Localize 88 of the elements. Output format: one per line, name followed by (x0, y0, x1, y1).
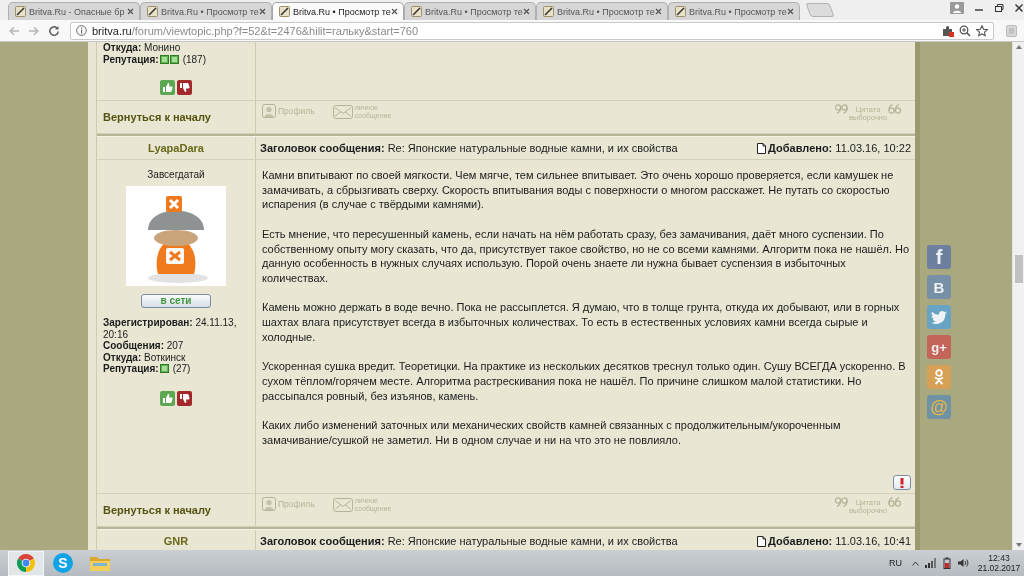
close-icon[interactable] (523, 8, 530, 15)
reputation-square-icon (159, 364, 169, 374)
reputation-square-icon (159, 54, 169, 64)
razor-icon (543, 6, 554, 17)
report-button[interactable] (893, 475, 911, 490)
battery-icon[interactable] (942, 557, 952, 569)
scrollbar-thumb[interactable] (1014, 255, 1023, 283)
reputation-count: (27) (172, 363, 191, 375)
reputation-label: Репутация: (103, 53, 159, 65)
post-paragraph: Есть мнение, что пересушенный камень, если начать на нём работать сразу, без замачивания, даёт много суспензии. По собственному опыту могу сказать, что да, присутствует такое свойство, но не со всеми камнями. Алгоритм пока не нашёл. Но данную особенность в нужных случаях использую. Порой очень знаете ли нужна бывает суспензия в избыточных количествах. (262, 226, 911, 286)
address-bar[interactable]: britva.ru/forum/viewtopic.php?f=52&t=2476&hilit=гальку&start=760 (70, 21, 994, 40)
scroll-up-icon[interactable] (1015, 45, 1022, 49)
app-button[interactable] (8, 550, 44, 576)
envelope-icon (332, 104, 353, 119)
post-subject: Заголовок сообщения: Re: Японские натуральные водные камни, и их свойства (260, 535, 678, 549)
author-detail: Откуда: Монино (103, 42, 182, 54)
close-icon[interactable] (259, 8, 266, 15)
quote-close-icon (888, 497, 901, 507)
person-icon (262, 104, 276, 118)
bird-icon (931, 310, 947, 324)
person-icon (262, 497, 276, 511)
envelope-icon (332, 497, 353, 512)
exclamation-icon (900, 477, 904, 488)
author-detail: Зарегистрирован: 24.11.13, 20:16 (103, 317, 238, 340)
maximize-icon[interactable] (994, 2, 1004, 13)
author-rank: Завсегдатай (147, 168, 205, 181)
post-subject: Заголовок сообщения: Re: Японские натуральные водные камни, и их свойства (260, 142, 678, 156)
reputation-count: (187) (182, 53, 206, 65)
app-logo: S (53, 553, 73, 573)
razor-icon (147, 6, 158, 17)
scroll-down-icon[interactable] (1015, 543, 1022, 547)
reputation-label: Репутация: (103, 363, 159, 375)
tab[interactable]: Britva.Ru • Просмотр те (404, 2, 536, 20)
post-paragraph: Камень можно держать в воде вечно. Пока не рассыплется. Я думаю, что в толще грунта, откуда их добывают, или в горных шахтах влага присутствует всегда в избыточных количествах. То есть в естественных условиях камни всегда сырые и холодные. (262, 300, 901, 345)
quote-open-icon (835, 497, 848, 507)
close-icon[interactable] (787, 8, 794, 15)
thumbs-up-icon[interactable] (160, 80, 175, 95)
razor-icon (411, 6, 422, 17)
share-button[interactable]: f (927, 245, 951, 269)
info-icon[interactable] (76, 25, 87, 36)
author-name[interactable]: GNR (163, 535, 189, 547)
thumbs-down-icon[interactable] (177, 390, 192, 406)
tab[interactable]: Britva.Ru • Просмотр те (536, 2, 668, 20)
author-detail: Сообщения: 207 (103, 340, 185, 352)
quote-close-icon (888, 104, 901, 114)
close-icon[interactable] (127, 8, 134, 15)
app-button[interactable]: S (45, 550, 81, 576)
back-to-top-link[interactable]: Вернуться к началу (103, 111, 211, 123)
browser-icon (16, 553, 36, 573)
thumbs-up-icon[interactable] (160, 390, 175, 406)
razor-icon (675, 6, 686, 17)
razor-icon (15, 6, 26, 17)
star-icon[interactable] (976, 24, 988, 37)
extension-icon[interactable] (942, 24, 954, 37)
post-paragraph: Каких либо изменений заточных или механических свойств камней связанных с продолжительным/укороченным замачивание/сушкой не заметил. Ни в одном случае и ни на что это не повлияло. (262, 417, 842, 448)
close-icon[interactable] (1014, 2, 1024, 13)
author-detail: Откуда: Воткинск (103, 351, 187, 363)
document-icon[interactable] (757, 143, 767, 154)
online-status: в сети (141, 294, 211, 308)
folder-icon (89, 554, 111, 572)
post-paragraph: Камни впитывают по своей мягкости. Чем мягче, тем сильнее впитывает. Это очень хорошо проверяется, если камушек не замачивать, а сбрызгивать сверху. Скорость впитывания воды с поверхности о многом расскажет. Не путать со скоростью испарения (в случае с твёрдыми камнями). (262, 168, 895, 213)
tab[interactable]: Britva.Ru • Просмотр те (140, 2, 272, 20)
tab[interactable]: Britva.Ru • Просмотр те (668, 2, 800, 20)
tab[interactable]: Britva.Ru - Опасные бр (8, 2, 140, 20)
tab[interactable]: Britva.Ru • Просмотр те (272, 2, 404, 20)
quote-open-icon (835, 104, 848, 114)
signal-icon[interactable] (925, 558, 936, 568)
document-icon[interactable] (757, 536, 767, 547)
language-indicator[interactable]: RU (889, 558, 902, 568)
user-icon[interactable] (950, 1, 964, 14)
back-to-top-link[interactable]: Вернуться к началу (103, 504, 211, 516)
post-date: Добавлено: 11.03.16, 10:41 (768, 535, 911, 548)
share-button[interactable]: B (927, 275, 951, 299)
reload-icon[interactable] (48, 24, 60, 37)
caret-up-icon[interactable] (912, 560, 919, 566)
figure-icon (933, 369, 945, 385)
post-date: Добавлено: 11.03.16, 10:22 (768, 142, 911, 155)
close-icon[interactable] (391, 8, 398, 15)
speaker-icon[interactable] (958, 558, 969, 568)
reputation-square-icon (169, 54, 179, 64)
share-button[interactable]: g+ (927, 335, 951, 359)
thumbs-down-icon[interactable] (177, 80, 192, 95)
clock[interactable]: 12:43 21.02.2017 (975, 553, 1023, 573)
close-icon[interactable] (655, 8, 662, 15)
razor-icon (279, 6, 290, 17)
author-name[interactable]: LyapaDara (148, 142, 204, 154)
post-paragraph: Ускоренная сушка вредит. Теоретицки. На практике из нескольких десятков треснул только один. Сушу ВСЕГДА ускоренно. В сухом тёплом/горячем месте. Алгоритма растрескивания пока не нашёл. По причине слишком малой статистики. Но рассыпался ровный, без изъянов, камень. (262, 359, 907, 404)
zoom-icon[interactable] (959, 24, 971, 37)
